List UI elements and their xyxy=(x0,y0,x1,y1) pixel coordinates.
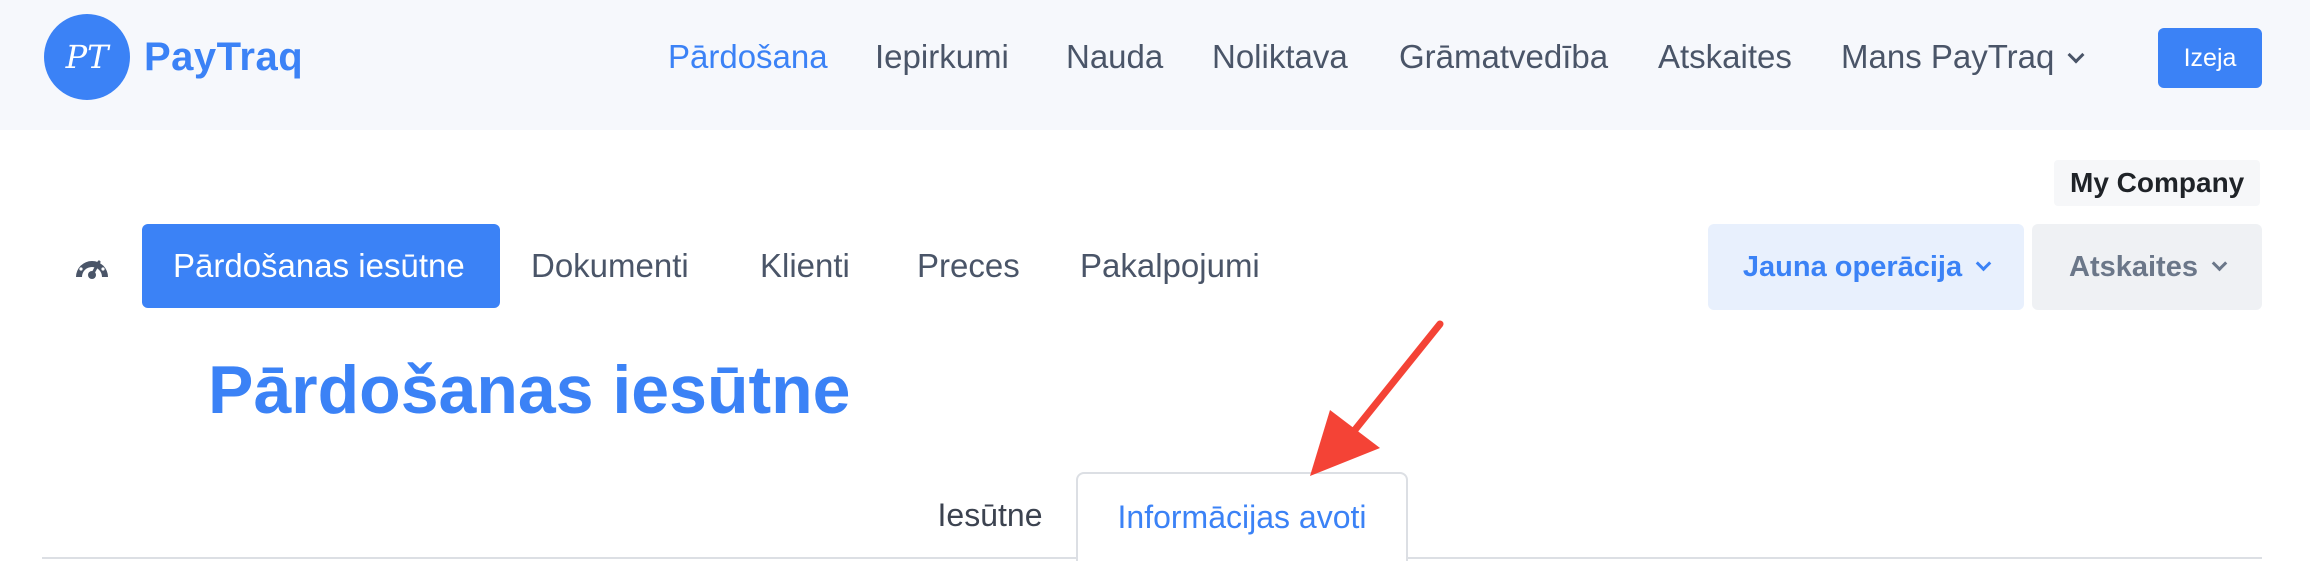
subnav-item-sales-inbox[interactable]: Pārdošanas iesūtne xyxy=(142,224,500,308)
subnav-item-goods[interactable]: Preces xyxy=(917,224,1020,308)
subnav-item-services[interactable]: Pakalpojumi xyxy=(1080,224,1260,308)
nav-item-warehouse[interactable]: Noliktava xyxy=(1212,38,1348,76)
company-badge[interactable]: My Company xyxy=(2054,160,2261,206)
chevron-down-icon xyxy=(1975,255,1992,271)
tab-inbox[interactable]: Iesūtne xyxy=(910,472,1070,559)
reports-dropdown-label: Atskaites xyxy=(2069,250,2198,283)
subnav-item-clients[interactable]: Klienti xyxy=(760,224,850,308)
nav-item-accounting[interactable]: Grāmatvedība xyxy=(1399,38,1608,76)
reports-dropdown-button[interactable]: Atskaites xyxy=(2032,224,2262,310)
nav-item-reports[interactable]: Atskaites xyxy=(1658,38,1792,76)
chevron-down-icon xyxy=(2211,255,2228,271)
nav-item-my-paytraq[interactable]: Mans PayTraq xyxy=(1841,38,2085,76)
annotation-arrow-icon xyxy=(1310,320,1444,476)
nav-item-my-paytraq-label: Mans PayTraq xyxy=(1841,38,2055,75)
nav-item-purchases[interactable]: Iepirkumi xyxy=(875,38,1009,76)
main-navigation: Pārdošana Iepirkumi Nauda Noliktava Grām… xyxy=(0,0,2310,118)
nav-item-money[interactable]: Nauda xyxy=(1066,38,1163,76)
nav-item-sales[interactable]: Pārdošana xyxy=(668,38,828,76)
logout-button[interactable]: Izeja xyxy=(2158,28,2262,88)
chevron-down-icon xyxy=(2067,46,2085,64)
tab-information-sources[interactable]: Informācijas avoti xyxy=(1076,472,1408,561)
speedometer-icon[interactable] xyxy=(72,247,112,287)
page-title: Pārdošanas iesūtne xyxy=(208,352,851,428)
new-operation-label: Jauna operācija xyxy=(1742,250,1963,283)
new-operation-button[interactable]: Jauna operācija xyxy=(1708,224,2024,310)
subnav-item-documents[interactable]: Dokumenti xyxy=(531,224,689,308)
